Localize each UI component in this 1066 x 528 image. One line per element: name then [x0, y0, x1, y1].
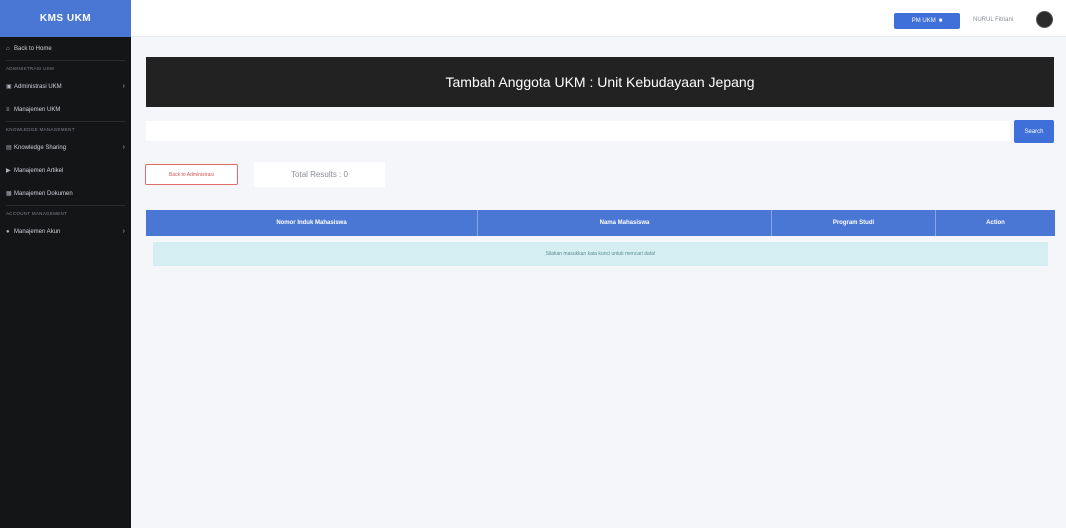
chevron-right-icon: › — [122, 83, 125, 90]
home-icon: ⌂ — [6, 45, 10, 52]
sidebar-heading: ADMINISTRASI UKM — [6, 65, 55, 71]
sidebar-item-administrasi-ukm[interactable]: ▣ Administrasi UKM › — [0, 75, 131, 98]
sidebar-item-label: Manajemen Akun — [14, 228, 61, 235]
main-content: Tambah Anggota UKM : Unit Kebudayaan Jep… — [131, 37, 1066, 528]
members-table: Nomor Induk Mahasiswa Nama Mahasiswa Pro… — [146, 210, 1055, 266]
column-header-nama: Nama Mahasiswa — [478, 210, 772, 236]
sidebar-item-label: Administrasi UKM — [14, 83, 62, 90]
topbar: PM UKM ■ NURUL Fitriani — [131, 0, 1066, 37]
pm-icon: ■ — [938, 18, 943, 24]
user-icon: ● — [6, 228, 10, 235]
book-icon: ▤ — [6, 145, 12, 151]
page-title: Tambah Anggota UKM : Unit Kebudayaan Jep… — [146, 57, 1054, 107]
sidebar-item-label: Knowledge Sharing — [14, 144, 67, 151]
sidebar-item-back-to-home[interactable]: ⌂ Back to Home — [0, 37, 131, 60]
column-header-nim: Nomor Induk Mahasiswa — [146, 210, 478, 236]
search-input[interactable] — [146, 121, 1010, 141]
sidebar-item-manajemen-artikel[interactable]: ▶ Manajemen Artikel — [0, 159, 131, 182]
sidebar-item-label: Manajemen Dokumen — [14, 190, 73, 197]
sidebar-item-label: Manajemen UKM — [14, 106, 61, 113]
pm-ukm-button[interactable]: PM UKM ■ — [894, 13, 960, 29]
calendar-icon: ▦ — [6, 191, 12, 197]
folder-icon: ▣ — [6, 84, 12, 90]
sidebar-heading: KNOWLEDGE MANAGEMENT — [6, 126, 75, 132]
empty-state-message: Silakan masukkan kata kunci untuk mencar… — [153, 242, 1048, 266]
back-to-administrasi-button[interactable]: Back to Administrasi — [145, 164, 238, 185]
total-results: Total Results : 0 — [254, 162, 385, 187]
pm-ukm-label: PM UKM — [911, 18, 936, 24]
brand-logo[interactable]: KMS UKM — [0, 0, 131, 37]
chevron-right-icon: › — [122, 228, 125, 235]
sidebar: KMS UKM ⌂ Back to Home ADMINISTRASI UKM ▣ Ad… — [0, 0, 131, 528]
user-name[interactable]: NURUL Fitriani — [973, 17, 1013, 23]
sidebar-item-label: Back to Home — [14, 45, 52, 52]
avatar[interactable] — [1036, 11, 1053, 28]
sidebar-menu: ⌂ Back to Home ADMINISTRASI UKM ▣ Administra… — [0, 37, 131, 243]
video-icon: ▶ — [6, 168, 11, 174]
sidebar-item-manajemen-dokumen[interactable]: ▦ Manajemen Dokumen — [0, 182, 131, 205]
list-icon: ≡ — [6, 106, 10, 113]
sidebar-item-manajemen-ukm[interactable]: ≡ Manajemen UKM — [0, 98, 131, 121]
sidebar-item-label: Manajemen Artikel — [14, 167, 64, 174]
table-header: Nomor Induk Mahasiswa Nama Mahasiswa Pro… — [146, 210, 1055, 236]
sidebar-heading: ACCOUNT MANAGEMENT — [6, 210, 68, 216]
search-button[interactable]: Search — [1014, 120, 1054, 143]
chevron-right-icon: › — [122, 144, 125, 151]
sidebar-item-manajemen-akun[interactable]: ● Manajemen Akun › — [0, 220, 131, 243]
sidebar-item-knowledge-sharing[interactable]: ▤ Knowledge Sharing › — [0, 136, 131, 159]
column-header-action: Action — [986, 220, 1005, 226]
column-header-prodi: Program Studi — [772, 210, 936, 236]
